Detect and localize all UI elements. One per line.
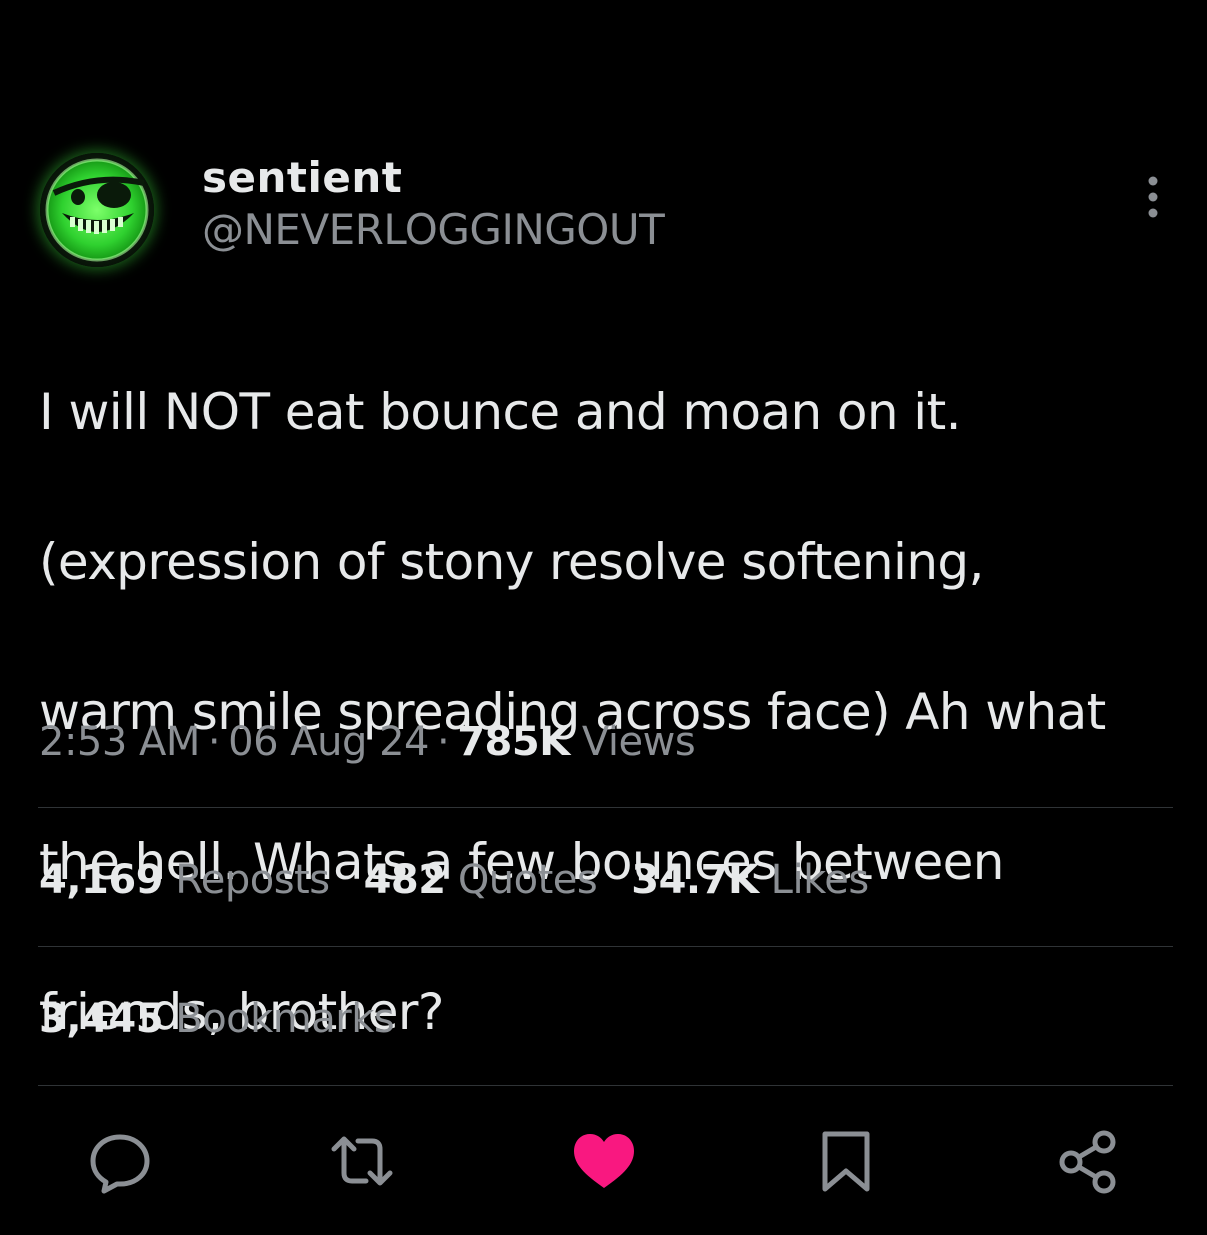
action-bar [0, 1125, 1207, 1205]
like-button[interactable] [568, 1125, 640, 1197]
more-vertical-icon [1148, 176, 1158, 218]
meta-separator: · [207, 719, 221, 765]
reply-button[interactable] [84, 1125, 156, 1197]
reposts-count: 4,169 [39, 857, 164, 903]
repost-button[interactable] [326, 1125, 398, 1197]
quotes-count: 482 [363, 857, 447, 903]
bookmarks-label: Bookmarks [175, 996, 395, 1042]
likes-label: Likes [770, 857, 870, 903]
bookmark-button[interactable] [810, 1125, 882, 1197]
views-count: 785K [457, 719, 570, 765]
author-names: sentient @NEVERLOGGINGOUT [202, 152, 665, 256]
quotes-label: Quotes [457, 857, 598, 903]
repost-icon [331, 1136, 393, 1186]
likes-stat[interactable]: 34.7K Likes [631, 852, 869, 908]
engagement-stats: 4,169 Reposts 482 Quotes 34.7K Likes [39, 852, 903, 908]
tweet-text-line: I will NOT eat bounce and moan on it. [39, 383, 962, 441]
views-label: Views [581, 719, 696, 765]
bookmark-icon [822, 1131, 870, 1192]
share-button[interactable] [1052, 1125, 1124, 1197]
share-icon [1059, 1130, 1116, 1194]
tweet-meta: 2:53 AM · 06 Aug 24 · 785K Views [39, 714, 696, 770]
tweet-text-line: (expression of stony resolve softening, [39, 533, 984, 591]
avatar[interactable] [40, 153, 154, 267]
user-handle[interactable]: @NEVERLOGGINGOUT [202, 204, 665, 256]
divider [38, 946, 1173, 947]
bookmarks-stat[interactable]: 3,445 Bookmarks [39, 991, 395, 1047]
likes-count: 34.7K [631, 857, 759, 903]
more-options-button[interactable] [1143, 175, 1163, 219]
grinning-eyepatch-face-icon [45, 158, 149, 262]
reply-icon [90, 1134, 150, 1194]
tweet-header: sentient @NEVERLOGGINGOUT [40, 150, 1175, 270]
quotes-stat[interactable]: 482 Quotes [364, 852, 598, 908]
reposts-stat[interactable]: 4,169 Reposts [39, 852, 330, 908]
tweet-date[interactable]: 06 Aug 24 [228, 719, 429, 765]
bookmark-stats: 3,445 Bookmarks [39, 991, 428, 1047]
divider [38, 1085, 1173, 1086]
meta-separator: · [436, 719, 450, 765]
divider [38, 807, 1173, 808]
reposts-label: Reposts [175, 857, 330, 903]
display-name[interactable]: sentient [202, 152, 664, 204]
heart-icon [574, 1134, 634, 1188]
tweet-time[interactable]: 2:53 AM [39, 719, 200, 765]
bookmarks-count: 3,445 [39, 996, 164, 1042]
